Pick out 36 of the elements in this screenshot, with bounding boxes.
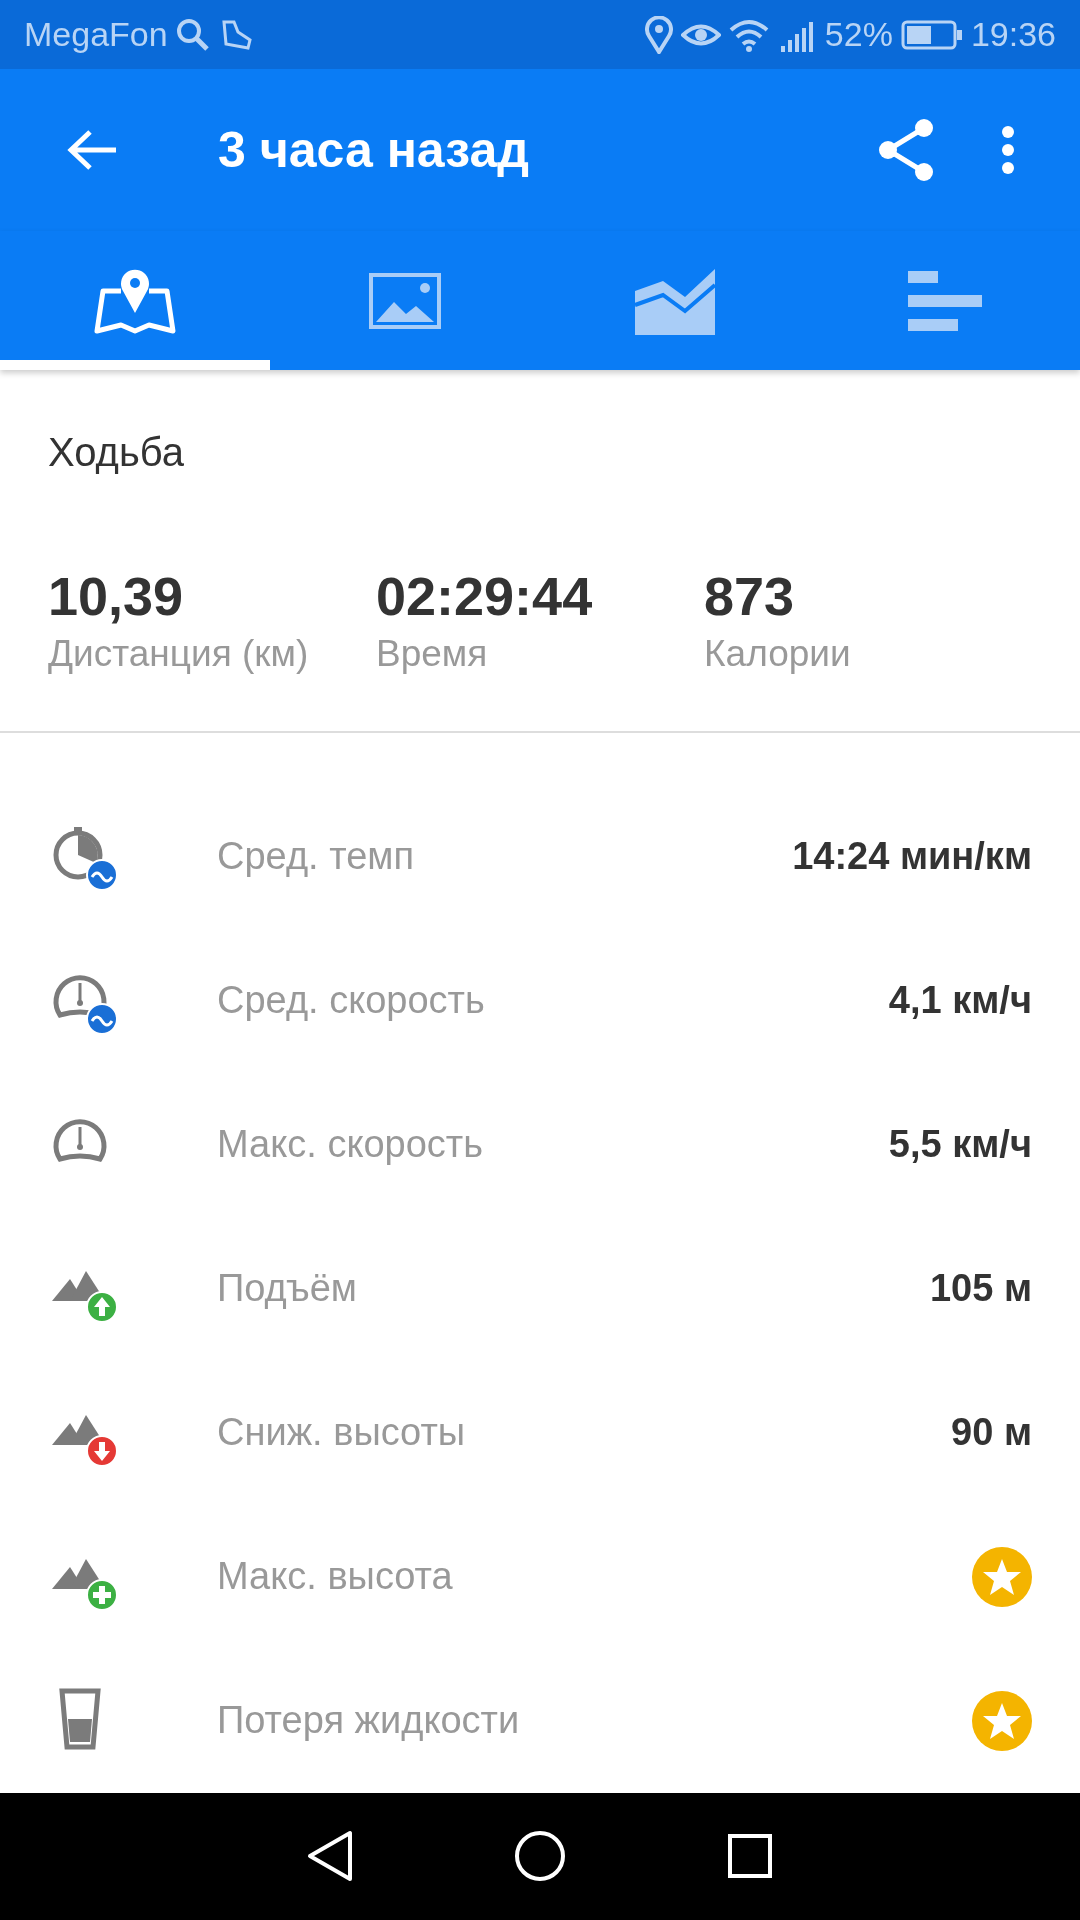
screen-title: 3 часа назад bbox=[218, 121, 530, 180]
more-icon bbox=[1000, 124, 1016, 177]
metric-value: 5,5 км/ч bbox=[888, 1123, 1032, 1167]
activity-type: Ходьба bbox=[48, 430, 184, 475]
summary-label: Калории bbox=[704, 632, 852, 675]
metric-label: Подъём bbox=[217, 1267, 358, 1311]
circle-icon bbox=[513, 1829, 567, 1884]
area-chart-icon bbox=[633, 266, 717, 335]
metric-value: 90 м bbox=[951, 1411, 1032, 1455]
triangle-icon bbox=[306, 1829, 354, 1884]
carrier-name: MegaFon bbox=[24, 15, 168, 55]
metric-value: 4,1 км/ч bbox=[888, 979, 1032, 1023]
metric-value: 105 м bbox=[929, 1267, 1032, 1311]
metric-label: Сред. темп bbox=[217, 835, 415, 879]
bar-list-icon bbox=[908, 270, 982, 331]
summary-value: 10,39 bbox=[48, 564, 185, 627]
square-icon bbox=[726, 1832, 774, 1881]
summary-value: 02:29:44 bbox=[376, 564, 594, 627]
clock-time: 19:36 bbox=[970, 15, 1056, 55]
metric-label: Потеря жидкости bbox=[217, 1699, 521, 1743]
metric-label: Сред. скорость bbox=[217, 979, 486, 1023]
battery-icon bbox=[900, 19, 963, 50]
location-icon bbox=[644, 15, 673, 54]
wifi-icon bbox=[728, 17, 769, 52]
back-arrow-icon bbox=[66, 128, 118, 173]
battery-percent: 52% bbox=[824, 15, 893, 55]
summary-label: Время bbox=[376, 632, 489, 675]
share-icon bbox=[876, 118, 936, 183]
metric-label: Сниж. высоты bbox=[217, 1411, 467, 1455]
metric-label: Макс. скорость bbox=[217, 1123, 485, 1167]
summary-label: Дистанция (км) bbox=[48, 632, 310, 675]
image-icon bbox=[368, 271, 442, 330]
metric-label: Макс. высота bbox=[217, 1555, 454, 1599]
search-icon bbox=[175, 17, 210, 52]
summary-value: 873 bbox=[704, 564, 796, 627]
metric-value: 14:24 мин/км bbox=[792, 835, 1032, 879]
